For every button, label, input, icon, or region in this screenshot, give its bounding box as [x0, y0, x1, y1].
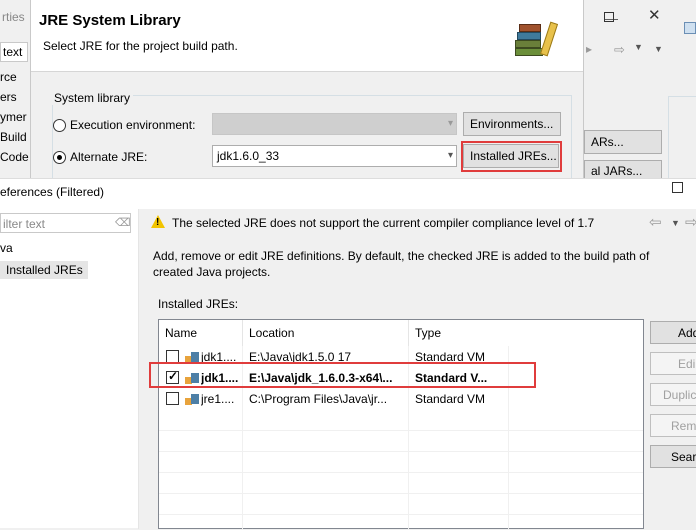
bg-item-properties: rties: [2, 10, 25, 24]
tree-item-installed-jres[interactable]: Installed JREs: [0, 261, 88, 279]
execution-environment-radio[interactable]: [53, 119, 66, 132]
duplicate-button[interactable]: Duplic: [650, 383, 696, 406]
back-arrow-icon[interactable]: ⇦: [649, 213, 662, 231]
execution-environment-label: Execution environment:: [70, 118, 196, 132]
filter-input[interactable]: ilter text ⌫: [0, 213, 131, 233]
chevron-down-icon[interactable]: ▼: [634, 42, 643, 52]
warning-message: The selected JRE does not support the cu…: [172, 216, 595, 230]
clear-filter-icon[interactable]: ⌫: [115, 216, 131, 229]
chevron-down-icon: ▾: [447, 118, 453, 129]
add-button[interactable]: Add: [650, 321, 696, 344]
close-icon[interactable]: ✕: [648, 6, 661, 24]
nav-back-icon[interactable]: ▸: [586, 42, 592, 56]
page-description-line1: Add, remove or edit JRE definitions. By …: [153, 249, 650, 263]
bg-item-source[interactable]: rce: [0, 70, 17, 84]
library-books-icon: [511, 18, 561, 58]
edit-button[interactable]: Edi: [650, 352, 696, 375]
column-header-location[interactable]: Location: [243, 320, 409, 346]
nav-forward-icon[interactable]: ⇨: [614, 42, 625, 58]
preferences-title: eferences (Filtered): [0, 185, 105, 199]
installed-jres-page: Add, remove or edit JRE definitions. By …: [139, 241, 696, 530]
dialog-header: JRE System Library Select JRE for the pr…: [31, 0, 583, 72]
installed-jres-table: Name Location Type jdk1.... E:\Java\jdk1…: [158, 319, 645, 530]
bg-filter-input[interactable]: text: [0, 42, 28, 62]
alternate-jre-radio[interactable]: [53, 151, 66, 164]
column-header-type[interactable]: Type: [409, 320, 645, 346]
search-button[interactable]: Sear: [650, 445, 696, 468]
highlight-box: [149, 362, 536, 388]
table-label: Installed JREs:: [158, 297, 239, 311]
add-external-jars-button[interactable]: ARs...: [584, 130, 662, 154]
table-row[interactable]: jre1.... C:\Program Files\Java\jr... Sta…: [159, 388, 643, 409]
table-icon[interactable]: [684, 22, 696, 34]
bg-item-code[interactable]: Code: [0, 150, 29, 164]
page-description-line2: created Java projects.: [153, 265, 271, 279]
background-window-right: — ✕ ▸ ⇨ ▼ ▼ ARs... al JARs...: [584, 0, 696, 186]
dialog-title: JRE System Library: [39, 12, 181, 29]
alternate-jre-combo[interactable]: jdk1.6.0_33 ▾: [212, 145, 457, 167]
alternate-jre-label: Alternate JRE:: [70, 150, 148, 164]
column-header-name[interactable]: Name: [159, 320, 243, 346]
preferences-tree: va Installed JREs: [0, 239, 138, 529]
row-checkbox[interactable]: [166, 392, 179, 405]
bg-item-builders[interactable]: ers: [0, 90, 17, 104]
jre-system-library-dialog: JRE System Library Select JRE for the pr…: [30, 0, 584, 185]
jre-library-icon: [185, 392, 199, 405]
message-area: ! The selected JRE does not support the …: [139, 209, 696, 241]
maximize-icon[interactable]: [604, 12, 614, 22]
remove-button[interactable]: Rem: [650, 414, 696, 437]
chevron-down-icon: ▾: [447, 150, 453, 161]
bg-item-build-path[interactable]: Build: [0, 130, 27, 144]
execution-environment-combo[interactable]: ▾: [212, 113, 457, 135]
group-label: System library: [51, 91, 134, 105]
bg-item-deployment[interactable]: ymer: [0, 110, 27, 124]
tree-item-java[interactable]: va: [0, 241, 13, 255]
chevron-down-icon[interactable]: ▼: [654, 44, 663, 54]
maximize-icon[interactable]: [672, 182, 683, 193]
environments-button[interactable]: Environments...: [463, 112, 561, 136]
dialog-description: Select JRE for the project build path.: [43, 39, 238, 53]
forward-arrow-icon[interactable]: ⇨: [685, 213, 696, 231]
highlight-box: [461, 141, 562, 172]
background-window-left: rties text rce ers ymer Build Code: [0, 0, 30, 180]
chevron-down-icon[interactable]: ▼: [671, 218, 680, 228]
preferences-window: eferences (Filtered) ilter text ⌫ va Ins…: [0, 178, 696, 530]
